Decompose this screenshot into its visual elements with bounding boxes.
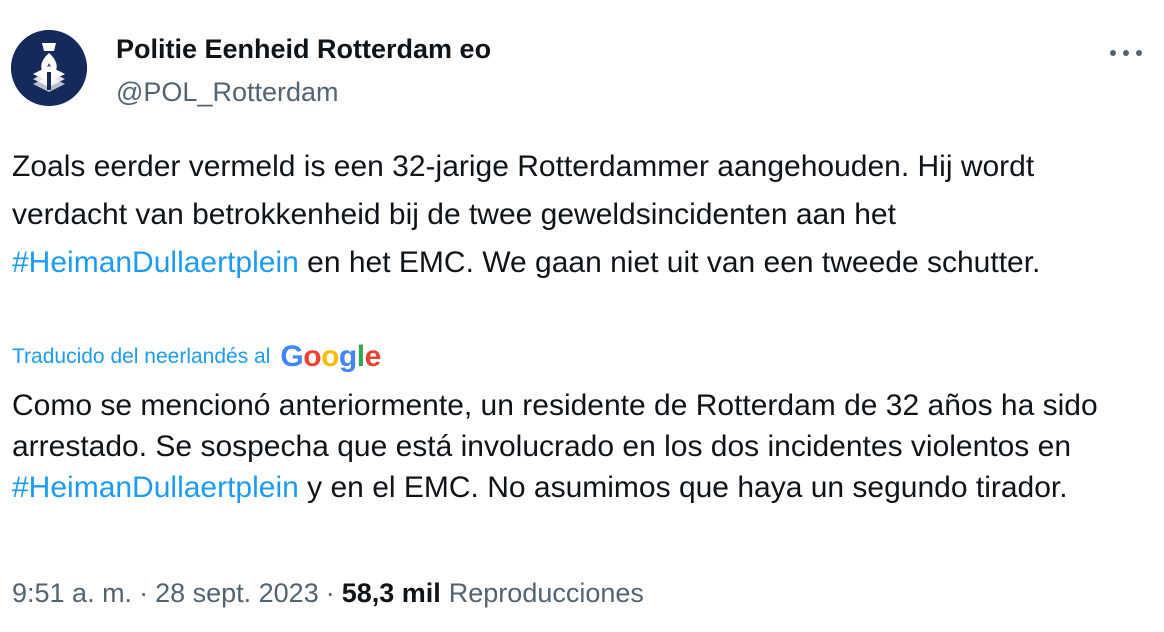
google-letter: o: [321, 340, 339, 373]
google-letter: o: [303, 340, 322, 373]
meta-separator: ·: [139, 578, 149, 608]
google-letter: g: [338, 340, 357, 373]
google-letter: G: [280, 340, 304, 373]
tweet-timestamp-link[interactable]: 9:51 a. m. · 28 sept. 2023: [12, 578, 319, 609]
more-button[interactable]: [1104, 38, 1148, 68]
tweet-date: 28 sept. 2023: [155, 578, 319, 608]
tweet-text-segment: en het EMC. We gaan niet uit van een twe…: [298, 246, 1041, 279]
meta-separator: ·: [325, 578, 335, 608]
views-count: 58,3 mil: [341, 578, 441, 608]
tweet-text-segment: Como se mencionó anteriormente, un resid…: [12, 389, 1098, 463]
avatar[interactable]: [11, 30, 87, 106]
google-letter: e: [364, 340, 382, 373]
views-label: Reproducciones: [448, 578, 644, 608]
google-logo: Google: [280, 339, 382, 375]
hashtag-link[interactable]: #HeimanDullaertplein: [12, 471, 299, 504]
tweet-text-segment: Zoals eerder vermeld is een 32-jarige Ro…: [12, 150, 1035, 231]
translation-attribution: Traducido del neerlandés al Google: [12, 339, 381, 375]
author-handle[interactable]: @POL_Rotterdam: [116, 77, 339, 108]
tweet-meta: 9:51 a. m. · 28 sept. 2023 · 58,3 mil Repr…: [12, 578, 644, 609]
more-horizontal-icon: [1110, 50, 1142, 56]
tweet-text-segment: y en el EMC. No asumimos que haya un seg…: [298, 471, 1068, 504]
tweet-text-original: Zoals eerder vermeld is een 32-jarige Ro…: [12, 143, 1142, 287]
google-letter: l: [356, 340, 365, 373]
translated-by-link[interactable]: Traducido del neerlandés al: [12, 345, 270, 369]
tweet: Politie Eenheid Rotterdam eo @POL_Rotter…: [0, 0, 1164, 632]
tweet-text-translation: Como se mencionó anteriormente, un resid…: [12, 385, 1142, 508]
hashtag-link[interactable]: #HeimanDullaertplein: [12, 246, 299, 279]
tweet-time: 9:51 a. m.: [12, 578, 133, 608]
author-name[interactable]: Politie Eenheid Rotterdam eo: [116, 34, 491, 65]
police-emblem-icon: [11, 30, 87, 106]
